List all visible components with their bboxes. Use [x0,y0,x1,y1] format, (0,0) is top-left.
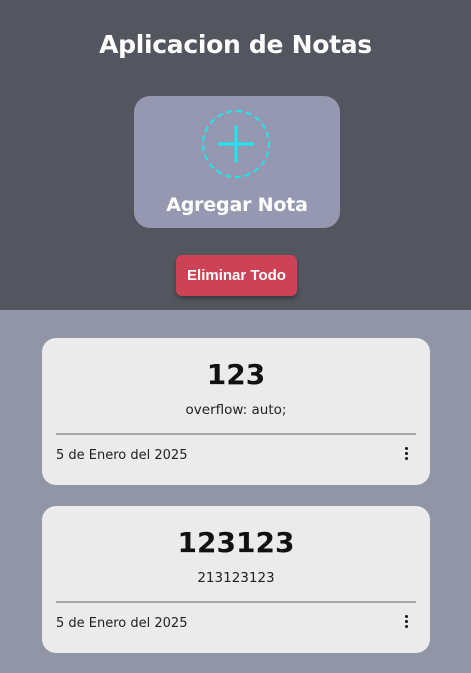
app-header: Aplicacion de Notas Agregar Nota Elimina… [0,0,471,310]
delete-all-button[interactable]: Eliminar Todo [176,255,297,296]
note-card[interactable]: 123 overflow: auto; 5 de Enero del 2025 [42,338,430,485]
note-title: 123 [206,358,266,391]
kebab-menu-icon[interactable] [402,614,412,630]
note-card[interactable]: 123123 213123123 5 de Enero del 2025 [42,506,430,653]
plus-circle-icon [202,110,270,178]
add-note-label: Agregar Nota [166,194,308,216]
add-note-button[interactable]: Agregar Nota [134,96,340,228]
note-divider [56,601,416,603]
note-title: 123123 [177,526,295,559]
note-body: 213123123 [197,570,275,586]
note-body: overflow: auto; [185,402,287,418]
note-divider [56,433,416,435]
note-date: 5 de Enero del 2025 [56,616,188,631]
note-date: 5 de Enero del 2025 [56,448,188,463]
kebab-menu-icon[interactable] [402,446,412,462]
page-title: Aplicacion de Notas [99,30,372,59]
